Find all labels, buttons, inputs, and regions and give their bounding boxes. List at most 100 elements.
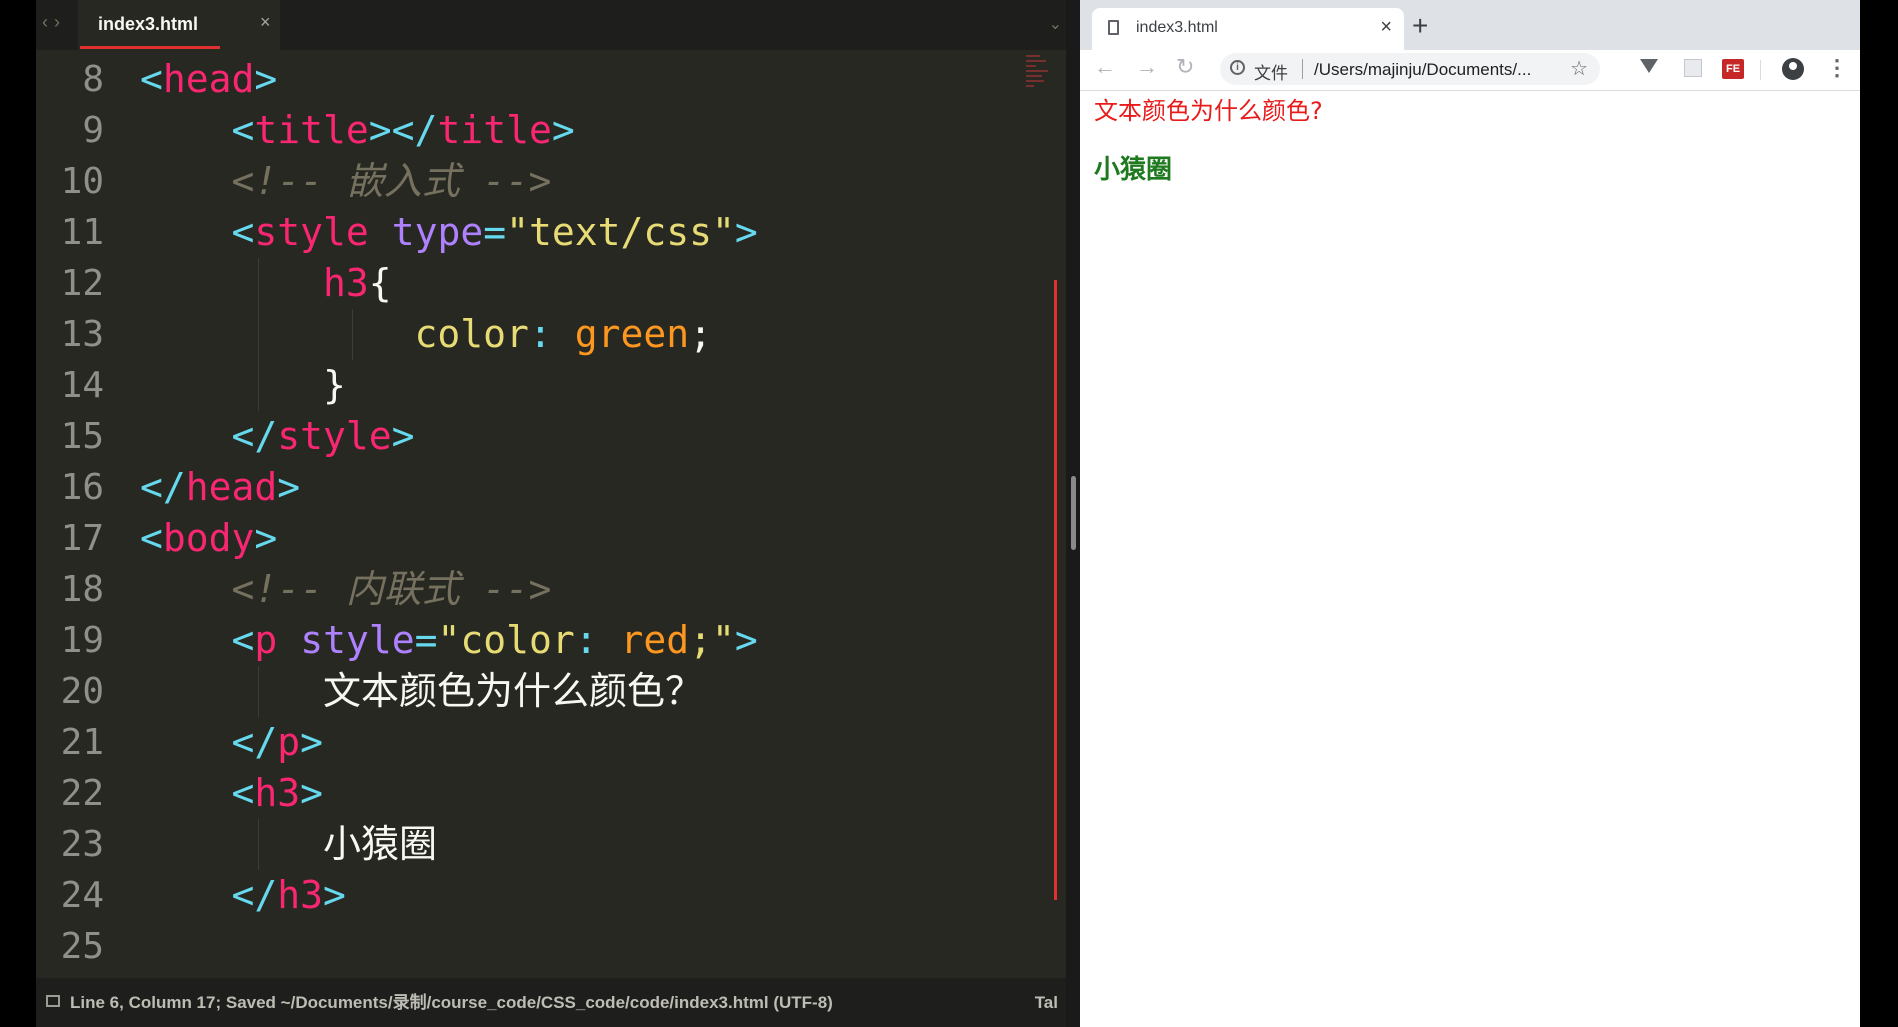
line-number: 20 xyxy=(60,671,104,712)
forward-icon[interactable]: → xyxy=(1136,54,1158,80)
code-token: "text/css" xyxy=(506,210,735,254)
code-token: type xyxy=(391,210,484,254)
code-text: <p style="color: red;"> xyxy=(140,615,758,666)
code-token: style xyxy=(277,414,392,458)
bookmark-star-icon[interactable]: ☆ xyxy=(1570,56,1588,81)
address-bar[interactable]: i 文件 /Users/majinju/Documents/... ☆ xyxy=(1220,53,1600,85)
panel-toggle-icon[interactable] xyxy=(46,995,60,1007)
toolbar-separator xyxy=(1760,60,1761,80)
code-line[interactable]: 24 </h3> xyxy=(36,870,1036,921)
code-token: h3 xyxy=(323,261,369,305)
code-token: ; xyxy=(689,312,712,356)
line-number: 14 xyxy=(60,365,104,406)
editor-tab-bar: ‹ › index3.html × ⌄ xyxy=(36,0,1066,50)
info-icon[interactable]: i xyxy=(1230,60,1245,75)
back-icon[interactable]: ← xyxy=(1094,54,1116,80)
code-line[interactable]: 17 <body> xyxy=(36,513,1036,564)
profile-avatar-icon[interactable] xyxy=(1782,58,1804,80)
code-token: > xyxy=(277,465,301,509)
code-text: </p> xyxy=(140,717,324,768)
url-text[interactable]: /Users/majinju/Documents/... xyxy=(1314,60,1531,80)
status-indent[interactable]: Tal xyxy=(1035,978,1058,1027)
line-number: 21 xyxy=(60,722,104,763)
code-token: > xyxy=(300,720,324,764)
code-token: > xyxy=(734,210,758,254)
code-token: : xyxy=(574,618,621,662)
fe-helper-icon[interactable]: FE xyxy=(1722,59,1744,79)
editor-tab-label: index3.html xyxy=(98,14,199,34)
line-number: 18 xyxy=(60,569,104,610)
chevron-left-icon[interactable]: ‹ xyxy=(42,12,48,32)
code-token: = xyxy=(483,210,507,254)
menu-dots-icon[interactable]: ⋮ xyxy=(1826,55,1848,81)
code-line[interactable]: 25 xyxy=(36,921,1036,972)
resize-handle[interactable] xyxy=(1071,476,1076,550)
code-text: <!-- 内联式 --> xyxy=(140,564,552,615)
code-token: head xyxy=(162,57,255,101)
close-icon[interactable]: × xyxy=(260,12,271,33)
vue-devtools-icon[interactable] xyxy=(1640,59,1658,73)
browser-tab-index3[interactable]: index3.html × xyxy=(1092,8,1404,50)
code-line[interactable]: 12 h3{ xyxy=(36,258,1036,309)
code-text: <h3> xyxy=(140,768,324,819)
code-token: < xyxy=(140,57,163,101)
code-text: <body> xyxy=(140,513,277,564)
code-token: < xyxy=(231,210,255,254)
code-line[interactable]: 14 } xyxy=(36,360,1036,411)
code-line[interactable]: 15 </style> xyxy=(36,411,1036,462)
extension-icon[interactable] xyxy=(1684,59,1702,77)
code-line[interactable]: 11 <style type="text/css"> xyxy=(36,207,1036,258)
code-line[interactable]: 23 小猿圈 xyxy=(36,819,1036,870)
page-viewport: 文本颜色为什么颜色? 小猿圈 xyxy=(1080,91,1860,1027)
code-line[interactable]: 19 <p style="color: red;"> xyxy=(36,615,1036,666)
code-token: h3 xyxy=(277,873,324,917)
chevron-down-icon[interactable]: ⌄ xyxy=(1049,14,1062,34)
code-text: 小猿圈 xyxy=(140,819,437,870)
tab-nav-arrows[interactable]: ‹ › xyxy=(42,12,66,33)
code-token: p xyxy=(254,618,278,662)
code-editor[interactable]: ‹ › index3.html × ⌄ 8 <head> 9 <title></tit… xyxy=(36,0,1066,1027)
browser-toolbar: ← → ↻ i 文件 /Users/majinju/Documents/... … xyxy=(1080,50,1860,91)
code-token: < xyxy=(231,771,255,815)
code-token: title xyxy=(254,108,369,152)
code-token: < xyxy=(231,618,255,662)
code-line[interactable]: 8 <head> xyxy=(36,54,1036,105)
editor-scroll-indicator[interactable] xyxy=(1054,280,1057,900)
editor-tab-index3[interactable]: index3.html × xyxy=(78,0,280,50)
chevron-right-icon[interactable]: › xyxy=(54,12,60,32)
page-heading: 小猿圈 xyxy=(1094,155,1173,185)
code-line[interactable]: 21 </p> xyxy=(36,717,1036,768)
line-number: 16 xyxy=(60,467,104,508)
new-tab-button[interactable]: + xyxy=(1412,10,1428,42)
document-icon xyxy=(1108,20,1119,35)
code-line[interactable]: 10 <!-- 嵌入式 --> xyxy=(36,156,1036,207)
page-paragraph: 文本颜色为什么颜色? xyxy=(1094,97,1323,125)
code-token: > xyxy=(254,57,278,101)
minimap[interactable] xyxy=(1026,52,1054,112)
code-line[interactable]: 18 <!-- 内联式 --> xyxy=(36,564,1036,615)
close-icon[interactable]: × xyxy=(1380,16,1392,39)
line-number: 11 xyxy=(60,212,104,253)
window-divider[interactable] xyxy=(1066,0,1080,1027)
indent-guide xyxy=(258,819,259,870)
code-line[interactable]: 20 文本颜色为什么颜色？ xyxy=(36,666,1036,717)
code-area[interactable]: 8 <head> 9 <title></title> 10 <!-- 嵌入式 --> 1… xyxy=(36,50,1036,978)
code-line[interactable]: 16 </head> xyxy=(36,462,1036,513)
code-token: > xyxy=(734,618,758,662)
code-token: > xyxy=(551,108,575,152)
code-line[interactable]: 22 <h3> xyxy=(36,768,1036,819)
line-number: 9 xyxy=(82,110,104,151)
reload-icon[interactable]: ↻ xyxy=(1176,54,1194,80)
line-number: 25 xyxy=(60,926,104,967)
code-line[interactable]: 9 <title></title> xyxy=(36,105,1036,156)
code-line[interactable]: 13 color: green; xyxy=(36,309,1036,360)
